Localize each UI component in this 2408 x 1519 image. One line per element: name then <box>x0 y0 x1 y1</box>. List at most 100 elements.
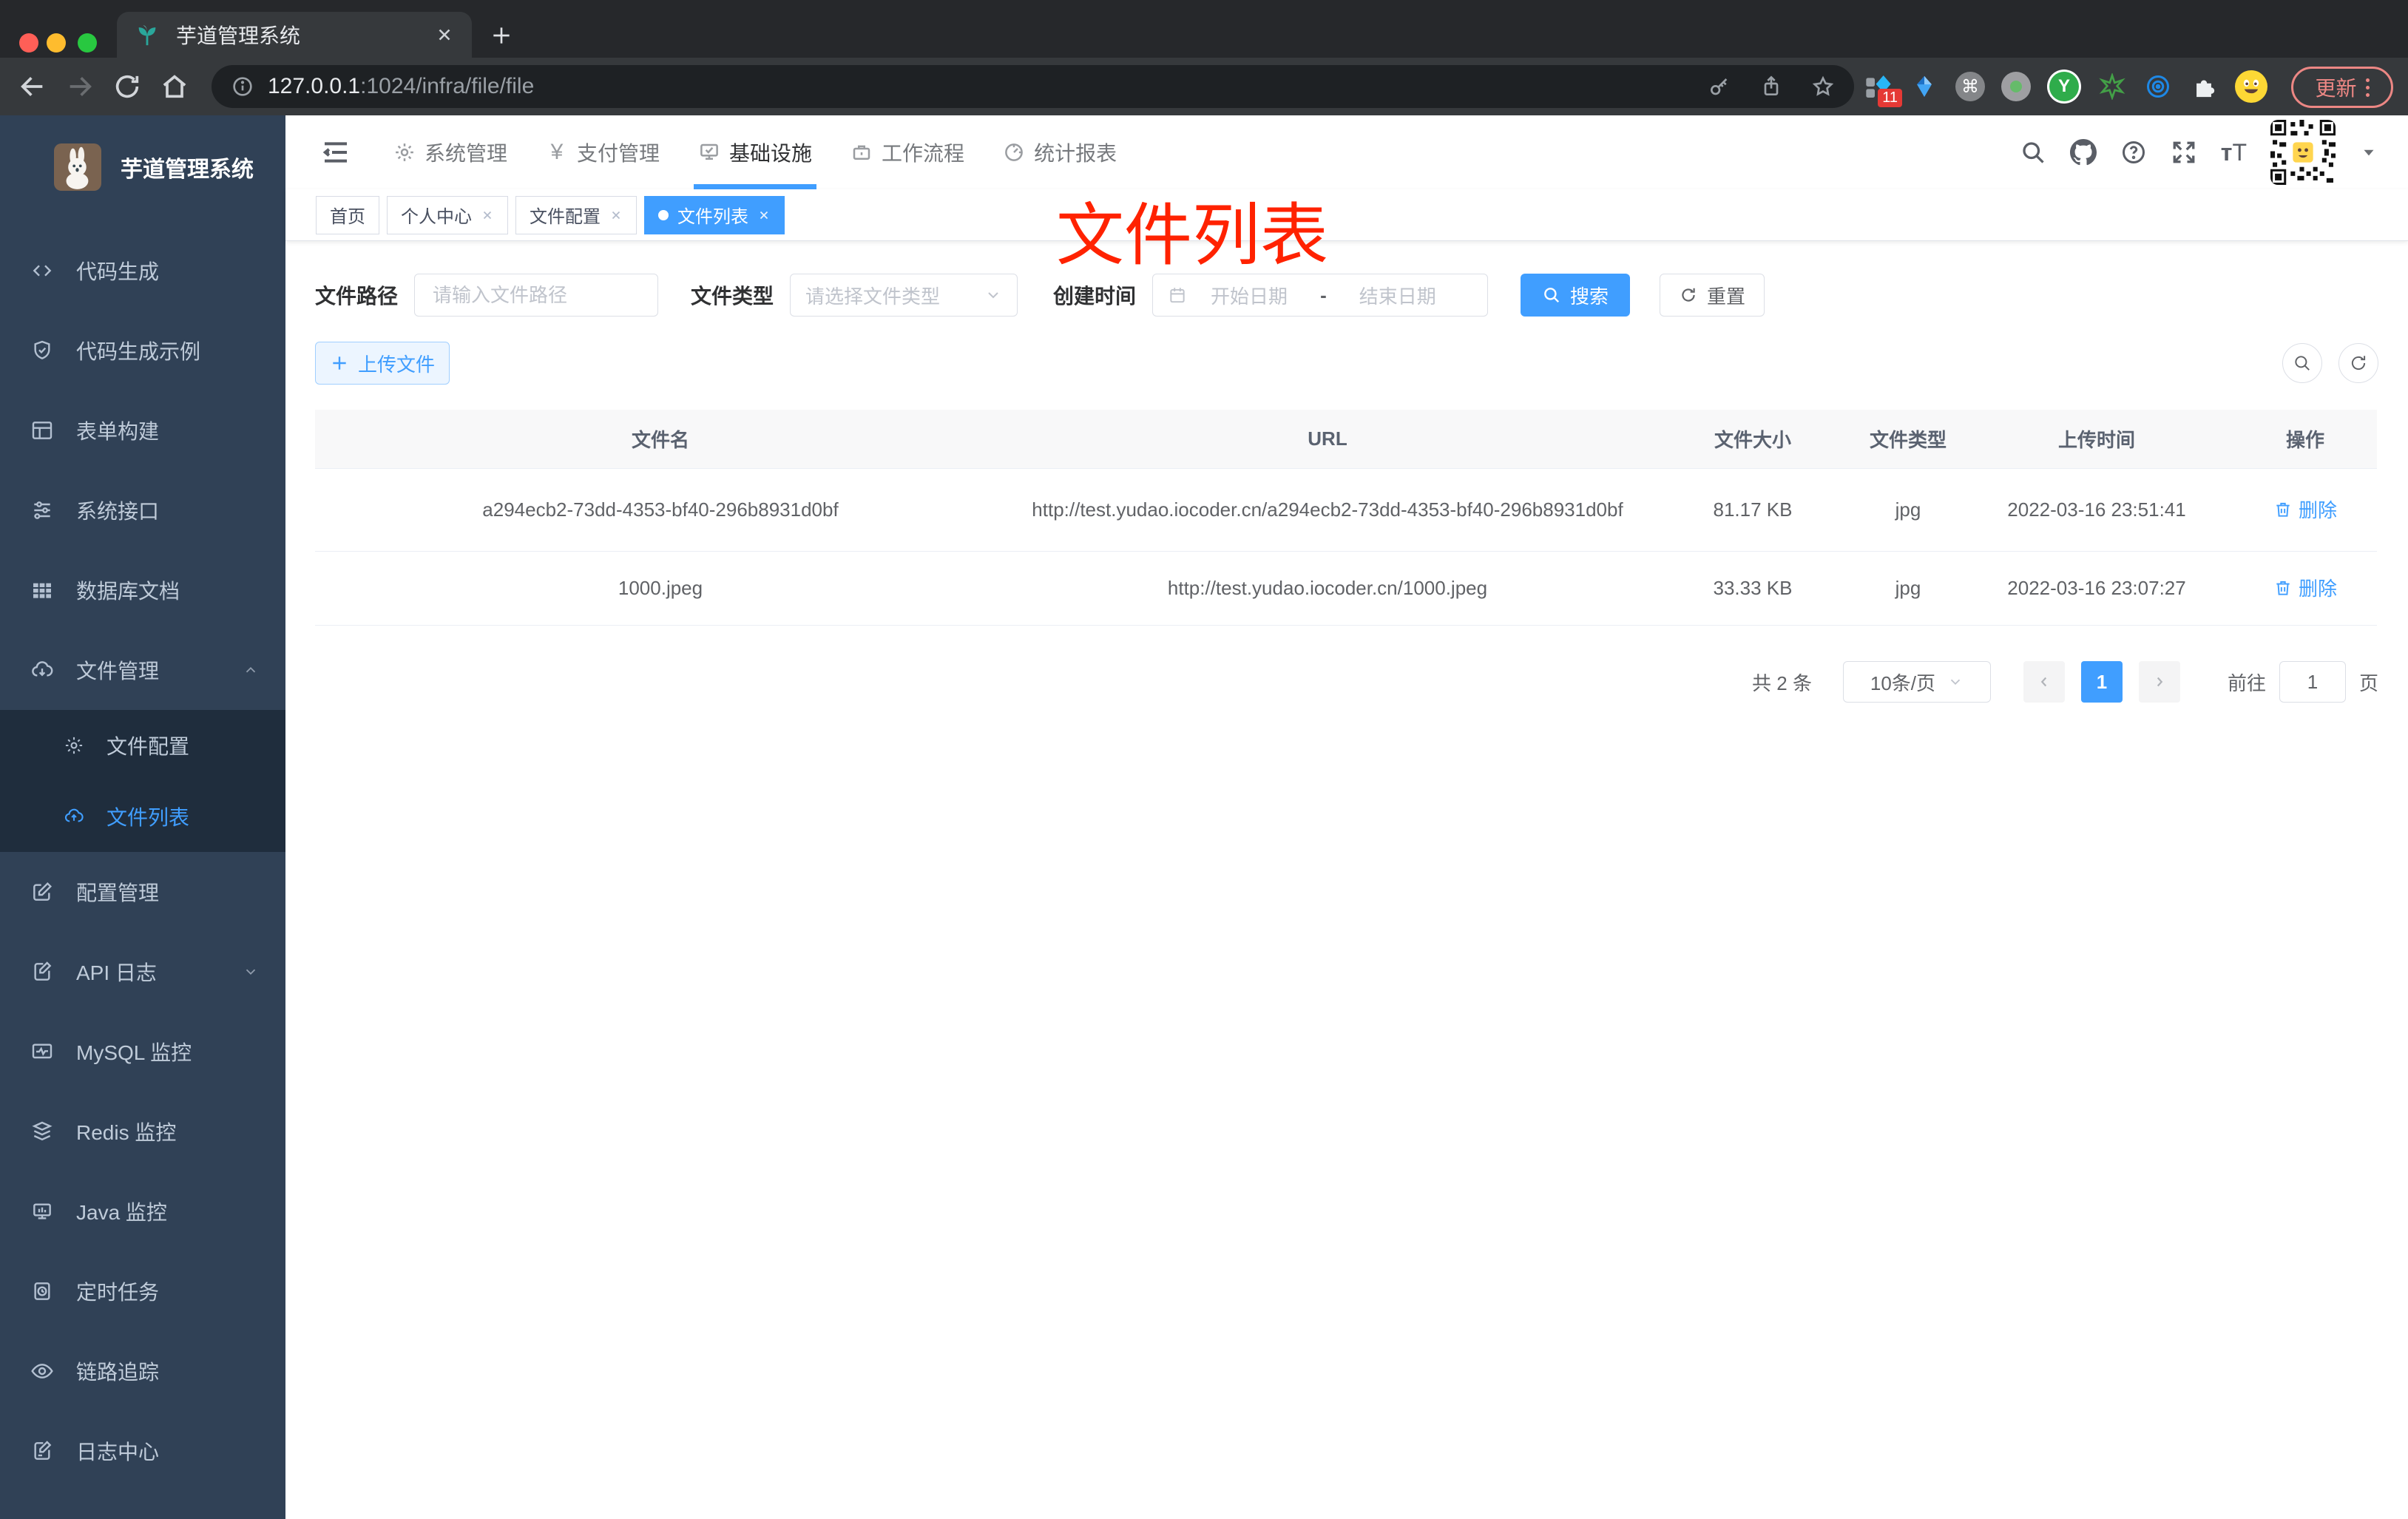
date-range-picker[interactable]: 开始日期 - 结束日期 <box>1152 274 1489 317</box>
cell-type: jpg <box>1895 577 1921 599</box>
file-path-input-field[interactable] <box>433 283 640 307</box>
sidebar-item-db-doc[interactable]: 数据库文档 <box>0 550 285 630</box>
tag-profile[interactable]: 个人中心 <box>387 195 508 234</box>
address-bar[interactable]: 127.0.0.1:1024/infra/file/file <box>212 65 1854 108</box>
file-type-select[interactable]: 请选择文件类型 <box>790 274 1018 317</box>
extension-command-icon[interactable]: ⌘ <box>1955 72 1985 101</box>
browser-menu-icon[interactable] <box>2365 78 2370 97</box>
app: 芋道管理系统 代码生成 代码生成示例 表单构建 系统接口 数据库文档 文件管理 … <box>0 115 2408 1519</box>
active-tag-dot <box>658 209 669 220</box>
extension-star-icon[interactable] <box>2097 72 2127 101</box>
password-key-icon[interactable] <box>1708 75 1731 98</box>
extension-green-dot-icon[interactable] <box>2001 72 2031 101</box>
sidebar-logo[interactable]: 芋道管理系统 <box>0 115 285 219</box>
maximize-window-button[interactable] <box>78 33 97 53</box>
schedule-clock-icon <box>30 1279 54 1303</box>
tag-close-icon[interactable] <box>609 209 623 222</box>
file-management-submenu: 文件配置 文件列表 <box>0 710 285 852</box>
avatar-caret-icon[interactable] <box>2359 143 2378 162</box>
tag-label: 首页 <box>330 207 365 227</box>
sidebar-item-label: 表单构建 <box>76 420 160 443</box>
start-date-placeholder[interactable]: 开始日期 <box>1211 282 1288 309</box>
extension-eye-icon[interactable] <box>2143 72 2173 101</box>
refresh-table-icon[interactable] <box>2338 343 2378 383</box>
sidebar-item-config-management[interactable]: 配置管理 <box>0 852 285 932</box>
top-menu-system[interactable]: 系统管理 <box>393 115 507 189</box>
bookmark-star-icon[interactable] <box>1811 75 1835 98</box>
goto-page-input[interactable] <box>2279 661 2346 703</box>
trash-icon <box>2276 581 2290 595</box>
delete-button[interactable]: 删除 <box>2273 574 2337 601</box>
sidebar-item-code-example[interactable]: 代码生成示例 <box>0 311 285 390</box>
sidebar-item-log-center[interactable]: 日志中心 <box>0 1411 285 1491</box>
tag-close-icon[interactable] <box>757 209 771 222</box>
sidebar-item-tracing[interactable]: 链路追踪 <box>0 1331 285 1411</box>
tag-file-list[interactable]: 文件列表 <box>644 195 785 234</box>
fullscreen-icon[interactable] <box>2171 139 2197 166</box>
sidebar-item-api-log[interactable]: API 日志 <box>0 932 285 1012</box>
prev-page-button[interactable] <box>2023 661 2065 703</box>
sidebar-item-form-builder[interactable]: 表单构建 <box>0 390 285 470</box>
help-icon[interactable] <box>2120 139 2147 166</box>
sidebar-collapse-icon[interactable] <box>321 138 351 167</box>
sidebar-item-file-management[interactable]: 文件管理 <box>0 630 285 710</box>
reload-icon[interactable] <box>112 72 142 101</box>
extension-y-letter: Y <box>2049 72 2079 101</box>
file-path-input[interactable] <box>414 274 659 317</box>
sidebar-item-redis-monitor[interactable]: Redis 监控 <box>0 1092 285 1171</box>
col-header-size: 文件大小 <box>1714 429 1791 451</box>
sidebar-item-label: 链路追踪 <box>76 1361 160 1384</box>
tag-home[interactable]: 首页 <box>316 195 379 234</box>
extensions-puzzle-icon[interactable] <box>2189 72 2219 101</box>
top-menu-payment[interactable]: ¥ 支付管理 <box>546 115 660 189</box>
sidebar-item-system-api[interactable]: 系统接口 <box>0 470 285 550</box>
github-icon[interactable] <box>2069 139 2097 166</box>
tab-close-icon[interactable] <box>435 25 454 44</box>
share-icon[interactable] <box>1759 75 1783 98</box>
profile-emoji-icon[interactable] <box>2235 70 2267 103</box>
extension-kite-icon[interactable] <box>1910 72 1939 101</box>
home-icon[interactable] <box>160 72 189 101</box>
forward-icon[interactable] <box>65 72 95 101</box>
app-title: 芋道管理系统 <box>121 158 254 182</box>
browser-update-button[interactable]: 更新 <box>2291 67 2393 108</box>
sidebar-item-code-generation[interactable]: 代码生成 <box>0 231 285 311</box>
extension-tampermonkey-icon[interactable]: 11 <box>1864 72 1902 107</box>
user-avatar-qr[interactable] <box>2270 120 2336 185</box>
sidebar-item-mysql-monitor[interactable]: MySQL 监控 <box>0 1012 285 1092</box>
search-button[interactable]: 搜索 <box>1521 274 1631 317</box>
trash-icon <box>2276 502 2290 517</box>
header-search-icon[interactable] <box>2020 139 2046 166</box>
reset-button[interactable]: 重置 <box>1660 274 1765 317</box>
top-menu-infrastructure[interactable]: 基础设施 <box>694 115 817 189</box>
tag-file-config[interactable]: 文件配置 <box>515 195 637 234</box>
toggle-search-icon[interactable] <box>2282 343 2322 383</box>
back-icon[interactable] <box>18 72 47 101</box>
sidebar-item-java-monitor[interactable]: Java 监控 <box>0 1171 285 1251</box>
url-host: 127.0.0.1 <box>268 74 361 98</box>
page-size-select[interactable]: 10条/页 <box>1842 661 1991 703</box>
minimize-window-button[interactable] <box>47 33 66 53</box>
sidebar-item-file-list[interactable]: 文件列表 <box>0 781 285 852</box>
top-menu-reports[interactable]: 统计报表 <box>1003 115 1117 189</box>
tag-close-icon[interactable] <box>481 209 494 222</box>
extension-y-icon[interactable]: Y <box>2047 70 2081 104</box>
current-page-button[interactable]: 1 <box>2080 661 2123 703</box>
sidebar-item-file-config[interactable]: 文件配置 <box>0 710 285 781</box>
new-tab-button[interactable] <box>482 16 521 55</box>
calendar-icon <box>1168 285 1187 305</box>
close-window-button[interactable] <box>19 33 38 53</box>
top-menu-label: 系统管理 <box>425 142 508 165</box>
page-unit-label: 页 <box>2358 671 2378 694</box>
end-date-placeholder[interactable]: 结束日期 <box>1359 282 1436 309</box>
cell-time: 2022-03-16 23:07:27 <box>2007 577 2186 599</box>
site-info-icon[interactable] <box>231 75 254 98</box>
top-menu-workflow[interactable]: 工作流程 <box>850 115 964 189</box>
delete-button[interactable]: 删除 <box>2273 495 2337 523</box>
sidebar-item-scheduled-tasks[interactable]: 定时任务 <box>0 1251 285 1331</box>
next-page-button[interactable] <box>2138 661 2180 703</box>
top-menus: 系统管理 ¥ 支付管理 基础设施 工作流程 统计报表 <box>393 115 1155 189</box>
upload-file-button[interactable]: 上传文件 <box>315 342 450 385</box>
browser-tab[interactable]: 芋道管理系统 <box>117 12 472 58</box>
font-size-icon[interactable]: ᴛT <box>2221 139 2247 166</box>
